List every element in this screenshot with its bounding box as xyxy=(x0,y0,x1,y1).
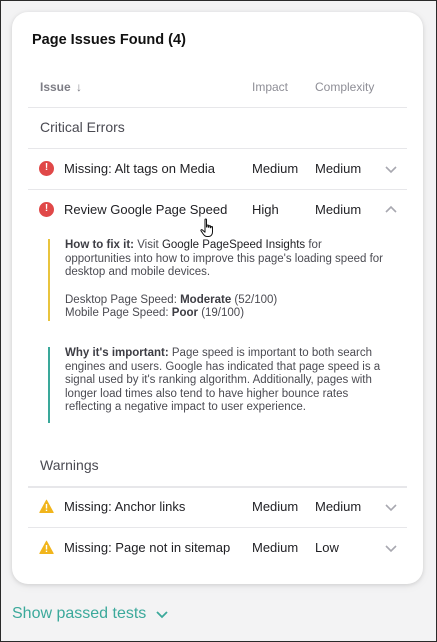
column-complexity[interactable]: Complexity xyxy=(315,80,374,94)
pagespeed-insights-link[interactable]: Google PageSpeed Insights xyxy=(162,239,305,251)
issue-label: Missing: Page not in sitemap xyxy=(64,540,231,555)
issue-impact: High xyxy=(252,202,279,217)
desktop-speed: Desktop Page Speed: Moderate (52/100) xyxy=(65,294,388,308)
desktop-speed-label: Desktop Page Speed: xyxy=(65,293,177,306)
chevron-down-icon[interactable] xyxy=(384,500,398,514)
column-issue[interactable]: Issue ↓ xyxy=(40,80,82,94)
table-header: Issue ↓ Impact Complexity xyxy=(28,74,407,108)
issue-complexity: Medium xyxy=(315,499,362,514)
issue-impact: Medium xyxy=(252,161,299,176)
show-passed-tests-button[interactable]: Show passed tests xyxy=(12,605,169,623)
warning-icon xyxy=(39,499,54,513)
card-title: Page Issues Found (4) xyxy=(32,32,186,48)
mobile-speed-rating: Poor xyxy=(171,307,198,319)
column-impact[interactable]: Impact xyxy=(252,80,288,94)
hand-cursor-icon xyxy=(200,218,213,237)
chevron-up-icon[interactable] xyxy=(384,203,398,217)
section-title: Warnings xyxy=(40,457,99,473)
desktop-speed-rating: Moderate xyxy=(180,293,232,306)
issue-row-alt-tags[interactable]: ! Missing: Alt tags on Media Medium Medi… xyxy=(28,149,407,190)
mobile-speed-score: (19/100) xyxy=(201,307,245,319)
column-issue-label: Issue xyxy=(40,80,71,94)
why-important-note: Why it's important: Page speed is import… xyxy=(48,347,388,423)
issue-row-anchor-links[interactable]: Missing: Anchor links Medium Medium xyxy=(28,487,407,528)
issue-impact: Medium xyxy=(252,499,299,514)
fix-text-start: Visit xyxy=(137,239,159,251)
mobile-speed-label: Mobile Page Speed: xyxy=(65,307,169,319)
desktop-speed-score: (52/100) xyxy=(234,293,278,306)
chevron-down-icon[interactable] xyxy=(384,162,398,176)
issue-complexity: Medium xyxy=(315,161,362,176)
fix-heading: How to fix it: xyxy=(65,239,134,251)
issue-row-page-speed[interactable]: ! Review Google Page Speed High Medium xyxy=(28,190,407,231)
show-passed-label: Show passed tests xyxy=(12,605,147,622)
section-critical-errors: Critical Errors xyxy=(28,108,407,149)
chevron-down-icon xyxy=(156,611,168,619)
section-title: Critical Errors xyxy=(40,119,125,135)
mobile-speed: Mobile Page Speed: Poor (19/100) xyxy=(65,307,388,321)
why-heading: Why it's important: xyxy=(65,347,169,359)
how-to-fix-note: How to fix it: Visit Google PageSpeed In… xyxy=(48,239,388,321)
error-icon: ! xyxy=(39,161,54,176)
error-icon: ! xyxy=(39,202,54,217)
speed-scores: Desktop Page Speed: Moderate (52/100) Mo… xyxy=(65,294,388,321)
issue-impact: Medium xyxy=(252,540,299,555)
issue-row-sitemap[interactable]: Missing: Page not in sitemap Medium Low xyxy=(28,528,407,569)
sort-arrow-icon: ↓ xyxy=(76,80,83,94)
chevron-down-icon[interactable] xyxy=(384,541,398,555)
issue-label: Review Google Page Speed xyxy=(64,202,228,217)
issue-complexity: Medium xyxy=(315,202,362,217)
issue-label: Missing: Anchor links xyxy=(64,499,186,514)
section-warnings: Warnings xyxy=(28,446,407,487)
issue-label: Missing: Alt tags on Media xyxy=(64,161,216,176)
issue-complexity: Low xyxy=(315,540,339,555)
page-issues-card: Page Issues Found (4) Issue ↓ Impact Com… xyxy=(12,12,423,584)
warning-icon xyxy=(39,540,54,554)
